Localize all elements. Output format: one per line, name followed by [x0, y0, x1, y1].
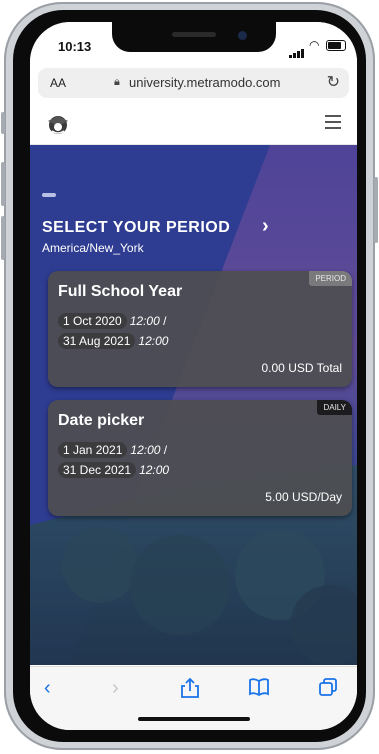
- battery-icon: [326, 40, 346, 51]
- notch: [112, 22, 276, 52]
- price-label: 0.00 USD Total: [261, 361, 343, 375]
- decorative-dash: [42, 193, 56, 197]
- speaker-grille: [172, 32, 216, 37]
- end-time: 12:00: [138, 334, 169, 348]
- hamburger-menu-icon[interactable]: [325, 115, 341, 133]
- status-time: 10:13: [58, 39, 92, 54]
- start-time: 12:00: [129, 314, 160, 328]
- start-date-row: 1 Oct 2020 12:00 /: [58, 313, 166, 329]
- lock-icon: 🔒︎: [114, 76, 120, 88]
- card-title: Full School Year: [58, 283, 183, 300]
- start-date: 1 Jan 2021: [58, 442, 128, 458]
- volume-up-button: [1, 162, 5, 206]
- start-time: 12:00: [130, 443, 161, 457]
- date-separator: /: [163, 314, 167, 328]
- chevron-right-icon[interactable]: ›: [262, 215, 269, 238]
- reader-text-size-button[interactable]: AA: [50, 76, 66, 90]
- wifi-icon: ◠: [309, 38, 320, 52]
- tabs-icon[interactable]: [318, 677, 338, 697]
- site-header: [30, 104, 357, 145]
- home-indicator: [138, 717, 250, 721]
- signal-icon: [289, 40, 305, 58]
- end-time: 12:00: [139, 463, 170, 477]
- select-period-title[interactable]: SELECT YOUR PERIOD: [42, 219, 230, 237]
- phone-screen: 10:13 ◠ AA 🔒︎ university.metramodo.com ↻: [30, 22, 357, 730]
- volume-down-button: [1, 216, 5, 260]
- period-card-date-picker[interactable]: Date picker DAILY 1 Jan 2021 12:00 / 31 D…: [48, 400, 352, 516]
- url-text[interactable]: university.metramodo.com: [129, 75, 280, 90]
- start-date: 1 Oct 2020: [58, 313, 127, 329]
- bookmarks-icon[interactable]: [248, 677, 270, 697]
- front-camera: [238, 31, 247, 40]
- daily-badge: DAILY: [317, 400, 352, 415]
- period-badge: PERIOD: [309, 271, 352, 286]
- reload-icon[interactable]: ↻: [327, 72, 340, 92]
- forward-arrow-icon[interactable]: ›: [112, 677, 119, 700]
- address-bar[interactable]: AA 🔒︎ university.metramodo.com ↻: [38, 68, 349, 98]
- period-card-full-school-year[interactable]: Full School Year PERIOD 1 Oct 2020 12:00 …: [48, 271, 352, 387]
- share-icon[interactable]: [180, 677, 200, 699]
- status-bar: 10:13 ◠: [30, 22, 357, 66]
- card-title: Date picker: [58, 412, 145, 429]
- start-date-row: 1 Jan 2021 12:00 /: [58, 442, 167, 458]
- graduation-cap-logo[interactable]: [46, 112, 70, 136]
- end-date-row: 31 Aug 2021 12:00: [58, 333, 168, 349]
- back-arrow-icon[interactable]: ‹: [44, 677, 51, 700]
- mute-switch: [1, 112, 5, 134]
- hero-section: SELECT YOUR PERIOD › America/New_York Fu…: [30, 145, 357, 665]
- end-date: 31 Dec 2021: [58, 462, 137, 478]
- price-label: 5.00 USD/Day: [265, 490, 342, 504]
- end-date-row: 31 Dec 2021 12:00: [58, 462, 169, 478]
- end-date: 31 Aug 2021: [58, 333, 136, 349]
- timezone-label: America/New_York: [42, 241, 144, 255]
- date-separator: /: [163, 443, 168, 457]
- power-button: [374, 177, 378, 243]
